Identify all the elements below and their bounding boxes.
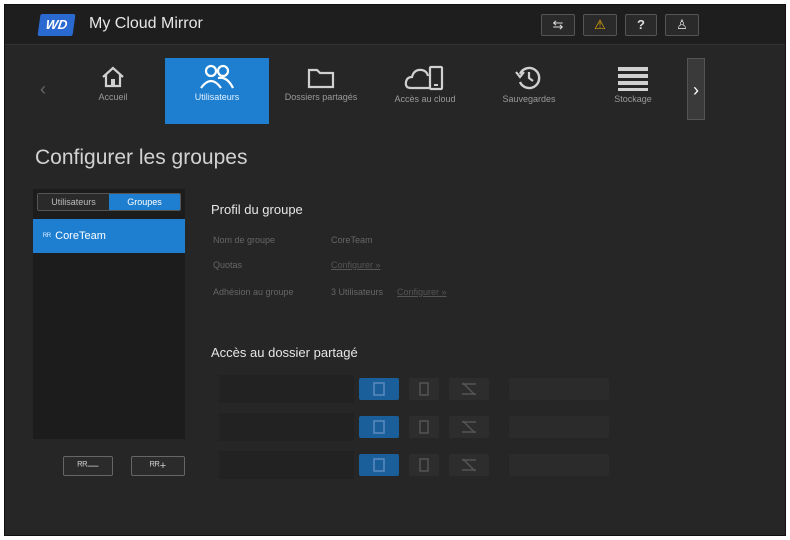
read-write-button[interactable] — [359, 378, 399, 400]
usb-icon: ⇆ — [552, 17, 564, 32]
read-only-icon — [419, 458, 429, 472]
group-name: CoreTeam — [55, 230, 106, 242]
profile-section-title: Profil du groupe — [211, 202, 303, 217]
share-name — [219, 413, 354, 441]
nav-label-shares: Dossiers partagés — [284, 92, 358, 102]
membership-label: Adhésion au groupe — [213, 287, 294, 297]
help-button[interactable]: ? — [625, 14, 657, 36]
main-nav: ‹ Accueil Utilisateurs Dossiers partagés — [5, 46, 785, 132]
share-row — [219, 375, 693, 403]
folder-icon — [307, 68, 335, 89]
nav-label-cloud-access: Accès au cloud — [394, 94, 456, 104]
no-access-icon — [462, 458, 476, 472]
membership-value: 3 Utilisateurs — [331, 287, 384, 297]
view-toggle: Utilisateurs Groupes — [37, 193, 181, 211]
nav-item-backups[interactable]: Sauvegardes — [477, 58, 581, 124]
share-row — [219, 451, 693, 479]
no-access-button[interactable] — [449, 416, 489, 438]
nav-label-users: Utilisateurs — [194, 92, 240, 102]
read-only-button[interactable] — [409, 416, 439, 438]
share-status — [509, 454, 609, 476]
nav-item-users[interactable]: Utilisateurs — [165, 58, 269, 124]
nav-prev-button[interactable]: ‹ — [33, 58, 53, 120]
user-menu-button[interactable]: ♙ — [665, 14, 699, 36]
read-write-icon — [373, 382, 385, 396]
group-icon: ᴿᴿ — [43, 231, 52, 241]
no-access-button[interactable] — [449, 378, 489, 400]
read-write-button[interactable] — [359, 454, 399, 476]
share-name — [219, 451, 354, 479]
read-only-icon — [419, 420, 429, 434]
no-access-button[interactable] — [449, 454, 489, 476]
bell-icon: ⚠ — [594, 17, 606, 32]
users-icon — [200, 64, 234, 89]
tab-users[interactable]: Utilisateurs — [38, 194, 109, 210]
read-only-icon — [419, 382, 429, 396]
tab-groups[interactable]: Groupes — [109, 194, 180, 210]
read-write-icon — [373, 458, 385, 472]
group-name-label: Nom de groupe — [213, 235, 276, 245]
nav-next-button[interactable]: › — [687, 58, 705, 120]
nav-item-shares[interactable]: Dossiers partagés — [269, 58, 373, 124]
share-row — [219, 413, 693, 441]
share-status — [509, 416, 609, 438]
history-icon — [515, 66, 541, 90]
storage-icon — [618, 67, 648, 91]
group-list-panel: Utilisateurs Groupes ᴿᴿ CoreTeam — [33, 189, 185, 439]
nav-item-cloud-access[interactable]: Accès au cloud — [373, 58, 477, 124]
membership-configure-link[interactable]: Configurer » — [397, 287, 447, 297]
page-title: Configurer les groupes — [35, 146, 248, 169]
cloud-device-icon — [404, 65, 444, 91]
group-name-value: CoreTeam — [331, 235, 373, 245]
wd-logo: WD — [37, 14, 76, 36]
read-write-button[interactable] — [359, 416, 399, 438]
read-only-button[interactable] — [409, 454, 439, 476]
user-icon: ♙ — [676, 17, 688, 32]
app-title: My Cloud Mirror — [89, 15, 203, 32]
home-icon — [102, 66, 124, 88]
nav-label-storage: Stockage — [614, 94, 652, 104]
nav-item-storage[interactable]: Stockage — [581, 58, 685, 124]
no-access-icon — [462, 420, 476, 434]
read-only-button[interactable] — [409, 378, 439, 400]
app-window: WD My Cloud Mirror ⇆ ⚠ ? ♙ ‹ Accueil Uti… — [4, 4, 786, 536]
top-bar: WD My Cloud Mirror ⇆ ⚠ ? ♙ — [5, 5, 785, 45]
nav-label-home: Accueil — [98, 92, 128, 102]
nav-label-backups: Sauvegardes — [502, 94, 556, 104]
read-write-icon — [373, 420, 385, 434]
group-list-item[interactable]: ᴿᴿ CoreTeam — [33, 219, 185, 253]
share-status — [509, 378, 609, 400]
add-group-button[interactable]: ᴿᴿ+ — [131, 456, 185, 476]
nav-item-home[interactable]: Accueil — [61, 58, 165, 124]
usb-button[interactable]: ⇆ — [541, 14, 575, 36]
alerts-button[interactable]: ⚠ — [583, 14, 617, 36]
share-name — [219, 375, 354, 403]
quota-configure-link[interactable]: Configurer » — [331, 260, 381, 270]
quota-label: Quotas — [213, 260, 243, 270]
no-access-icon — [462, 382, 476, 396]
access-section-title: Accès au dossier partagé — [211, 345, 358, 360]
remove-group-button[interactable]: ᴿᴿ— — [63, 456, 113, 476]
